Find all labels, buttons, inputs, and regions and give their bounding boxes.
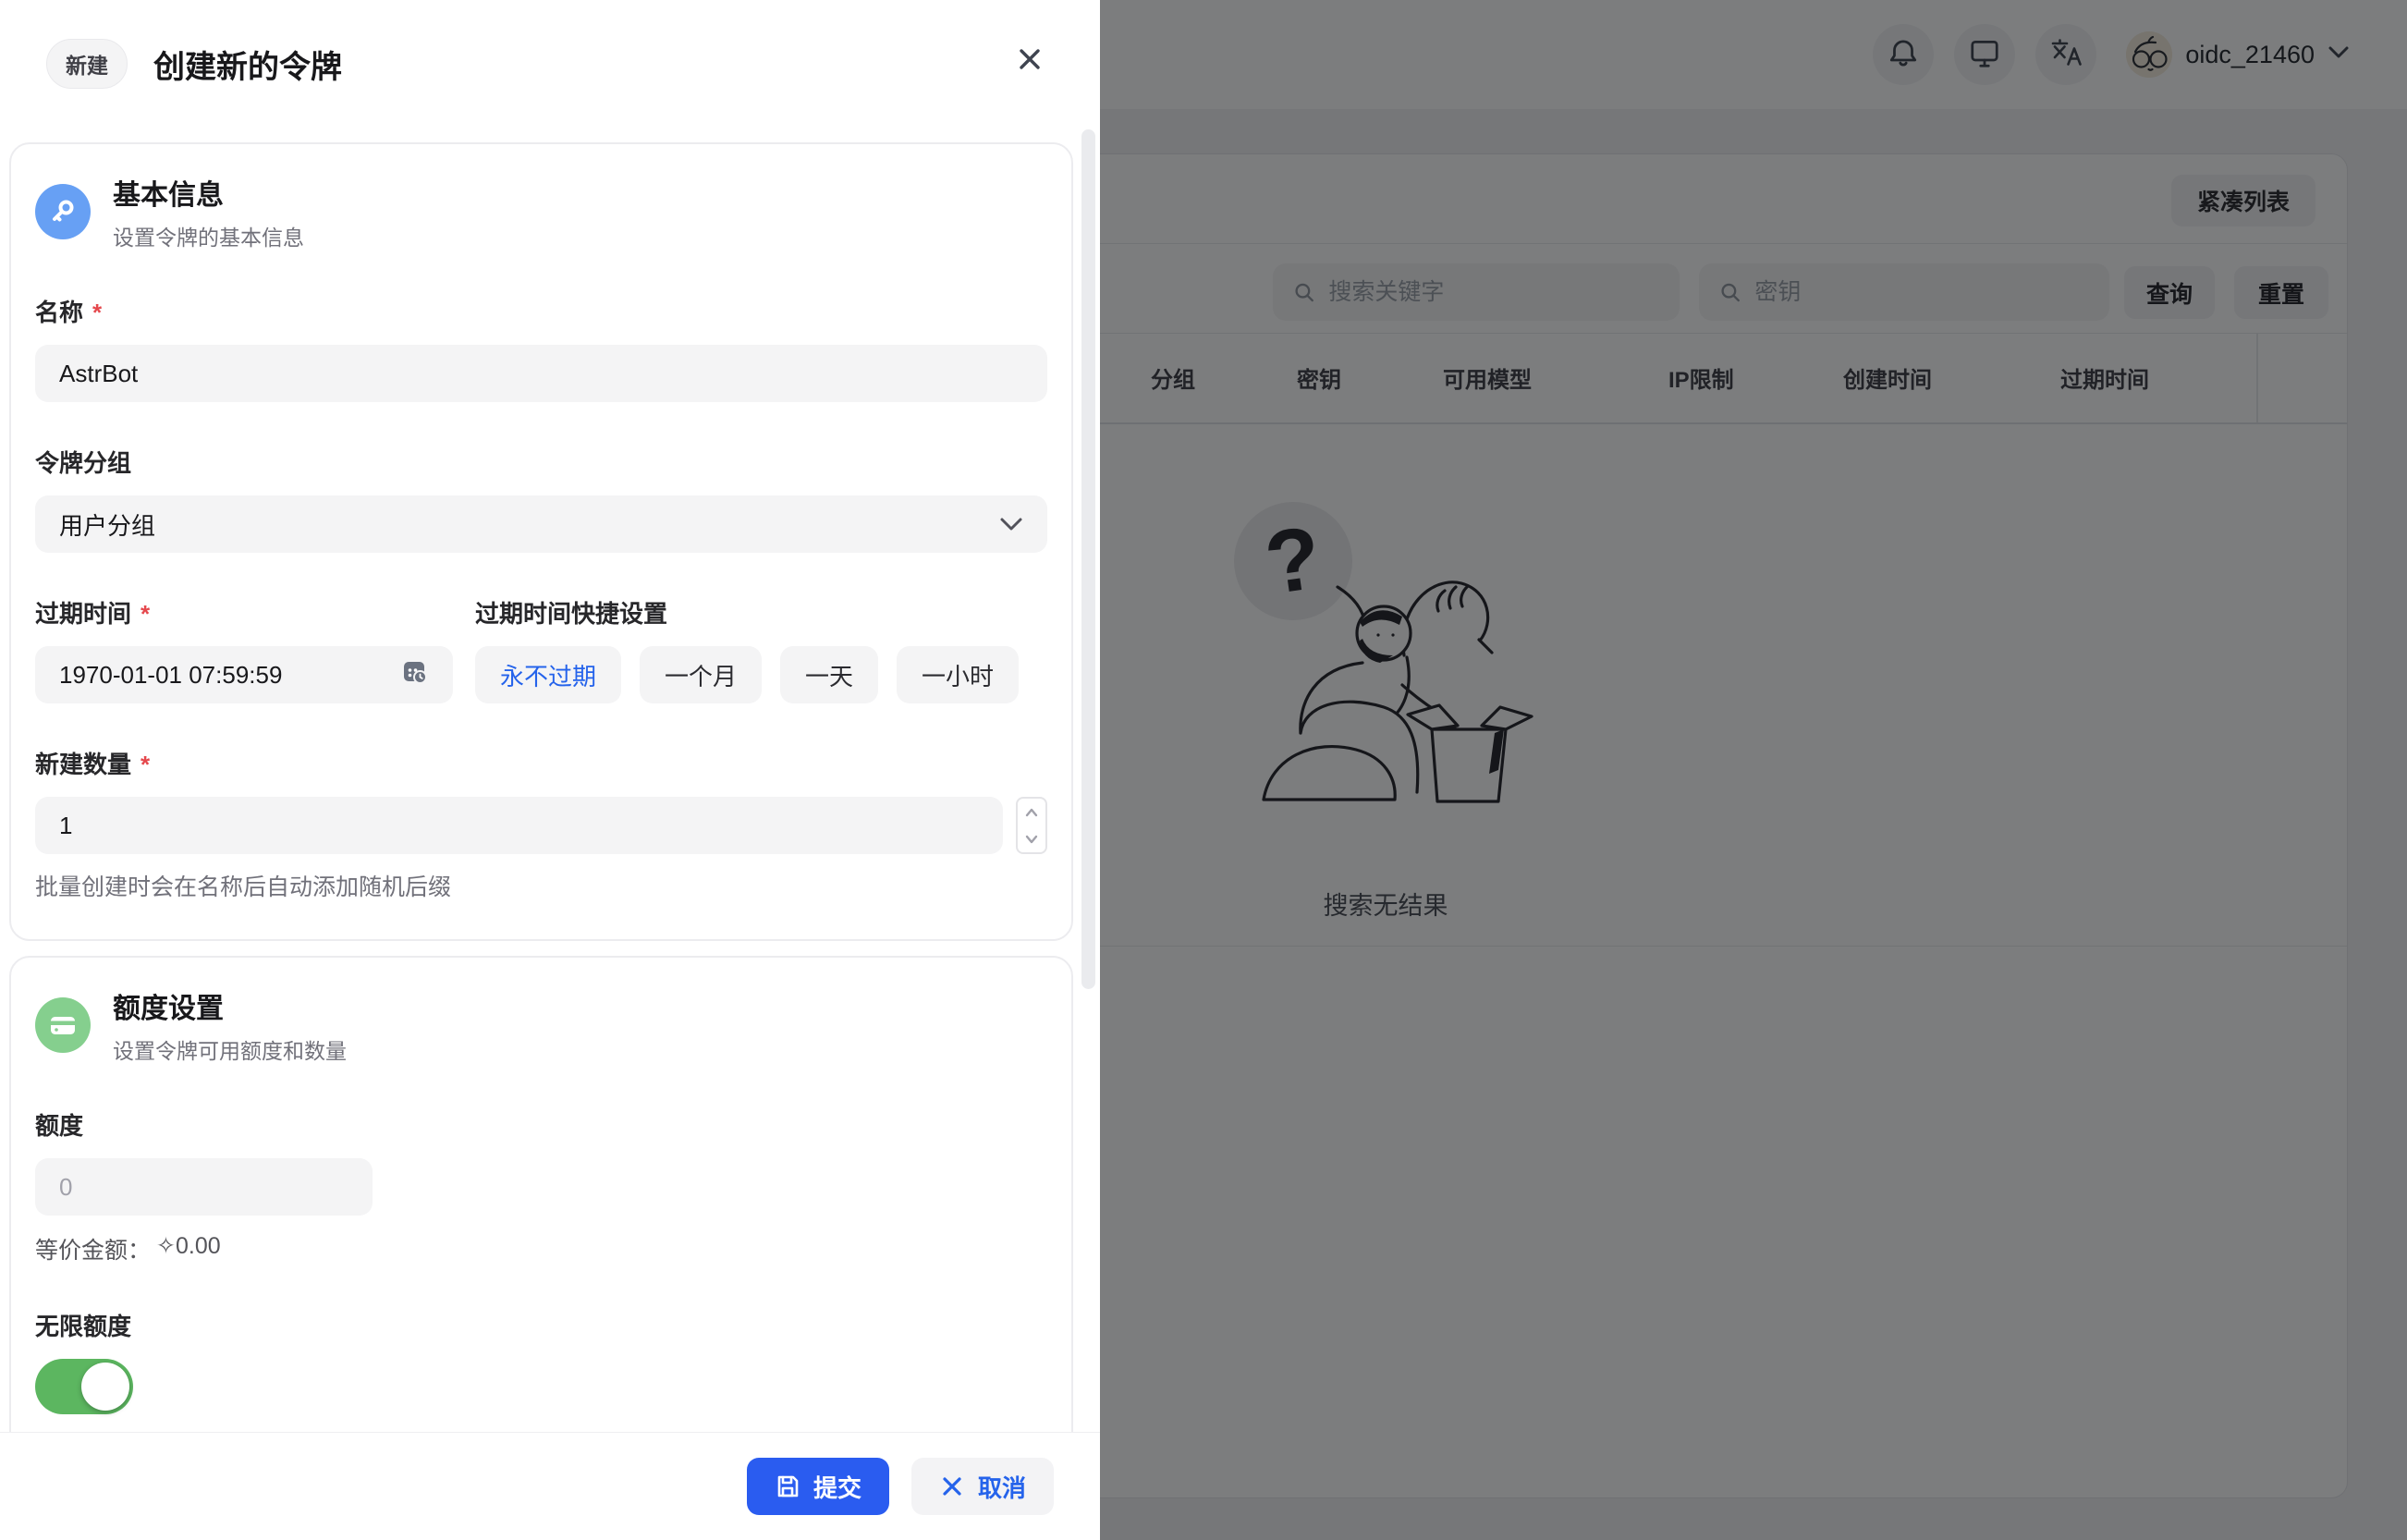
name-label: 名称 * <box>35 294 1047 328</box>
one-day-button[interactable]: 一天 <box>780 646 878 703</box>
basic-info-card: 基本信息 设置令牌的基本信息 名称 * 令牌分组 用户分组 <box>9 142 1073 941</box>
count-stepper[interactable] <box>1016 797 1047 854</box>
quota-label: 额度 <box>35 1107 1047 1142</box>
new-badge: 新建 <box>46 39 128 89</box>
name-input[interactable] <box>59 360 1023 388</box>
quick-expire-buttons: 永不过期 一个月 一天 一小时 <box>475 646 1047 703</box>
submit-button[interactable]: 提交 <box>747 1458 889 1515</box>
drawer-title: 创建新的令牌 <box>153 42 342 87</box>
group-label: 令牌分组 <box>35 445 1047 479</box>
card-head: 额度设置 设置令牌可用额度和数量 <box>35 985 1047 1065</box>
create-token-drawer: 新建 创建新的令牌 基本信息 设置令牌的基本信息 <box>0 0 1100 1540</box>
quota-input[interactable] <box>59 1173 348 1202</box>
screen: oidc_21460 紧凑列表 查询 重置 分组 密钥 可用模型 <box>0 0 2407 1540</box>
count-help-text: 批量创建时会在名称后自动添加随机后缀 <box>35 869 1047 902</box>
quota-card-title: 额度设置 <box>113 985 347 1026</box>
unlimited-quota-label: 无限额度 <box>35 1308 1047 1342</box>
quota-field[interactable] <box>35 1158 373 1216</box>
quick-expire-label: 过期时间快捷设置 <box>475 595 1047 629</box>
unlimited-quota-toggle[interactable] <box>35 1359 133 1414</box>
expire-label: 过期时间 * <box>35 595 453 629</box>
stepper-up-icon[interactable] <box>1018 799 1045 825</box>
count-input[interactable] <box>59 812 979 840</box>
basic-card-subtitle: 设置令牌的基本信息 <box>113 220 304 251</box>
count-field[interactable] <box>35 797 1003 854</box>
close-icon <box>939 1473 965 1499</box>
one-month-button[interactable]: 一个月 <box>640 646 762 703</box>
chevron-down-icon <box>999 510 1023 539</box>
drawer-scrollbar[interactable] <box>1081 129 1095 989</box>
drawer-content: 基本信息 设置令牌的基本信息 名称 * 令牌分组 用户分组 <box>9 142 1073 1514</box>
cancel-button[interactable]: 取消 <box>911 1458 1054 1515</box>
one-hour-button[interactable]: 一小时 <box>897 646 1019 703</box>
drawer-header: 新建 创建新的令牌 <box>46 39 342 89</box>
expire-datetime-value: 1970-01-01 07:59:59 <box>59 661 282 690</box>
key-icon <box>35 184 91 239</box>
calendar-clock-icon <box>401 658 429 692</box>
expire-datetime-field[interactable]: 1970-01-01 07:59:59 <box>35 646 453 703</box>
save-icon <box>775 1473 800 1499</box>
drawer-footer: 提交 取消 <box>0 1433 1100 1540</box>
never-expire-button[interactable]: 永不过期 <box>475 646 621 703</box>
quota-card: 额度设置 设置令牌可用额度和数量 额度 等价金额： ✧0.00 无限额度 <box>9 956 1073 1514</box>
group-select[interactable]: 用户分组 <box>35 495 1047 553</box>
required-mark: * <box>92 299 102 327</box>
stepper-down-icon[interactable] <box>1018 825 1045 852</box>
quota-card-subtitle: 设置令牌可用额度和数量 <box>113 1033 347 1065</box>
close-icon <box>1015 44 1045 74</box>
close-button[interactable] <box>1011 41 1048 78</box>
toggle-knob <box>81 1363 129 1411</box>
credit-card-icon <box>35 997 91 1053</box>
required-mark: * <box>141 600 150 629</box>
group-select-value: 用户分组 <box>59 507 155 542</box>
basic-card-title: 基本信息 <box>113 172 304 213</box>
name-field[interactable] <box>35 345 1047 402</box>
count-label: 新建数量 * <box>35 746 1047 780</box>
card-head: 基本信息 设置令牌的基本信息 <box>35 172 1047 251</box>
required-mark: * <box>141 751 150 779</box>
equivalent-amount: 等价金额： ✧0.00 <box>35 1232 1047 1265</box>
